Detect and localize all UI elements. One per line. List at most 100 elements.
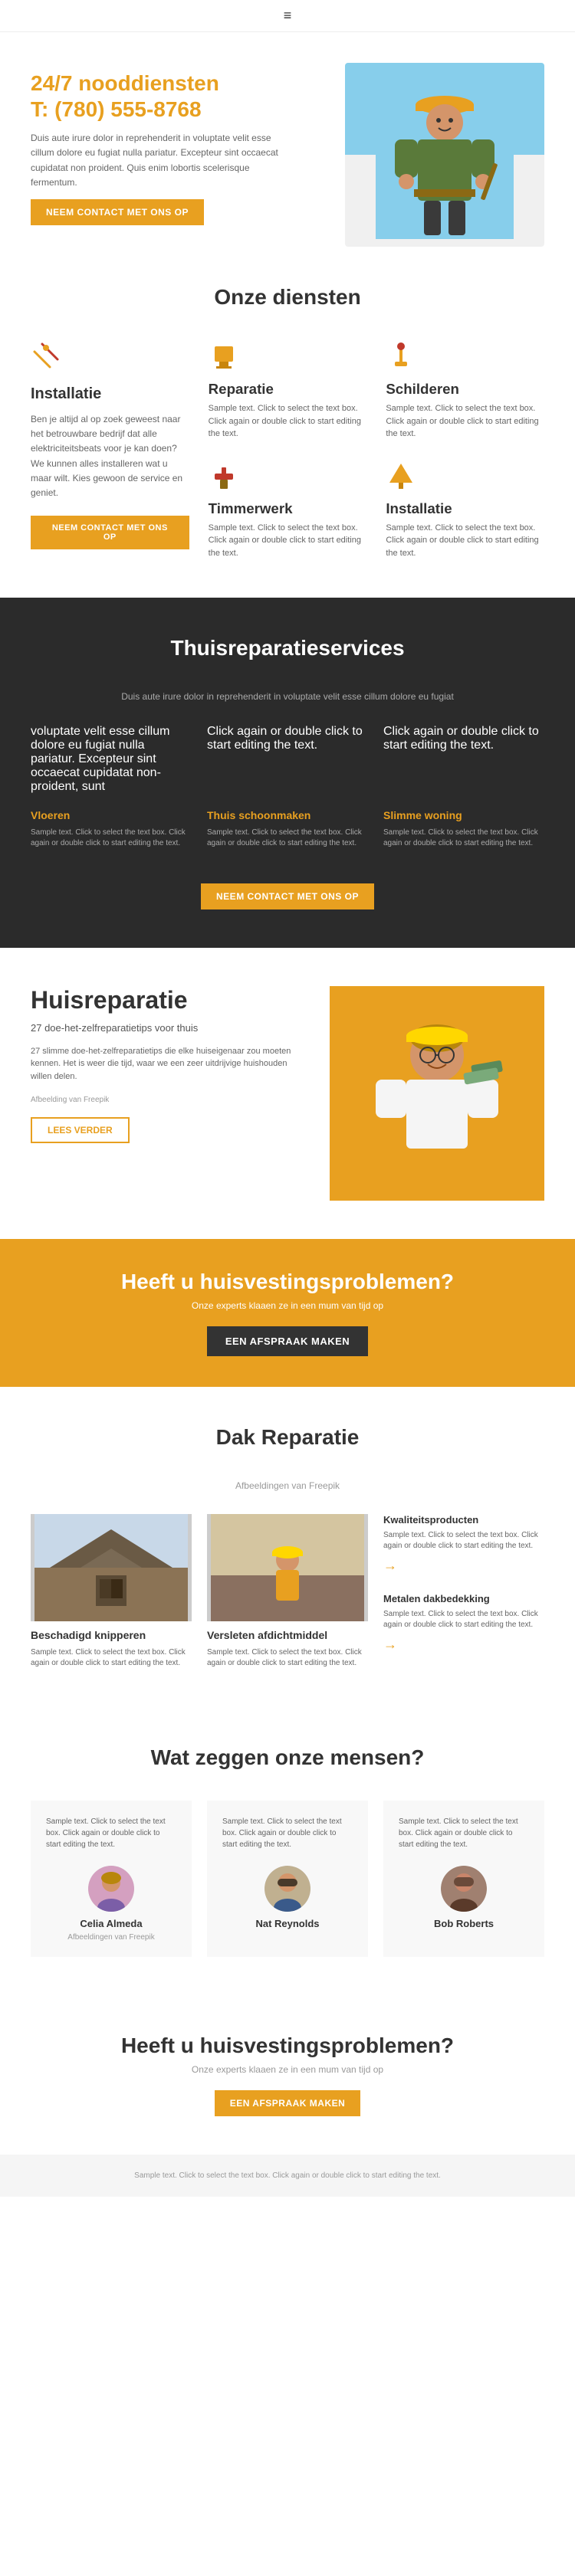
test-name-2: Nat Reynolds (222, 1918, 353, 1929)
huisrep-title: Huisreparatie (31, 986, 307, 1014)
dienst-installatie-desc: Ben je altijd al op zoek geweest naar he… (31, 412, 189, 500)
dak-metalen-desc: Sample text. Click to select the text bo… (383, 1609, 544, 1630)
thuis-cta-button[interactable]: NEEM CONTACT MET ONS OP (201, 883, 374, 909)
dak-kwaliteit-desc: Sample text. Click to select the text bo… (383, 1530, 544, 1552)
huisrep-content: Huisreparatie 27 doe-het-zelfreparatieti… (31, 986, 307, 1143)
dak-kwaliteit-title: Kwaliteitsproducten (383, 1514, 544, 1526)
footer-section: Sample text. Click to select the text bo… (0, 2155, 575, 2197)
test-avatar-2 (264, 1866, 310, 1912)
test-avatar-3 (441, 1866, 487, 1912)
dak-beschadigd-desc: Sample text. Click to select the text bo… (31, 1647, 192, 1669)
test-avatar-1 (88, 1866, 134, 1912)
dak-item-beschadigd: Beschadigd knipperen Sample text. Click … (31, 1514, 192, 1669)
thuis-item-vloeren: Vloeren Sample text. Click to select the… (31, 801, 192, 860)
thuis-title: Thuisreparatieservices (31, 636, 544, 660)
test-name-1: Celia Almeda (46, 1918, 176, 1929)
thuis-vloeren-title: Vloeren (31, 809, 192, 821)
cta-banner-subtitle: Onze experts klaaen ze in een mum van ti… (31, 1300, 544, 1311)
dienst-installatie2-title: Installatie (386, 500, 544, 517)
test-item-3: Sample text. Click to select the text bo… (383, 1801, 544, 1957)
dak-text-column: Kwaliteitsproducten Sample text. Click t… (383, 1514, 544, 1669)
dak-item-versleten: Versleten afdichtmiddel Sample text. Cli… (207, 1514, 368, 1669)
dak-subtitle: Afbeeldingen van Freepik (31, 1480, 544, 1491)
dienst-schilderen: Schilderen Sample text. Click to select … (386, 340, 544, 441)
dienst-timmerwerk: Timmerwerk Sample text. Click to select … (209, 460, 367, 560)
thuis-top-row: voluptate velit esse cillum dolore eu fu… (31, 725, 544, 794)
footer-text: Sample text. Click to select the text bo… (31, 2170, 544, 2181)
thuis-grid: Vloeren Sample text. Click to select the… (31, 801, 544, 860)
hero-section: 24/7 nooddiensten T: (780) 555-8768 Duis… (0, 32, 575, 247)
huisrep-subtitle: 27 doe-het-zelfreparatietips voor thuis (31, 1021, 307, 1036)
dienst-installatie2-desc: Sample text. Click to select the text bo… (386, 522, 544, 560)
huisrep-source: Afbeelding van Freepik (31, 1094, 307, 1106)
thuis-cta-container: NEEM CONTACT MET ONS OP (31, 883, 544, 909)
cta2-title: Heeft u huisvestingsproblemen? (31, 2034, 544, 2058)
test-item-1: Sample text. Click to select the text bo… (31, 1801, 192, 1957)
thuis-vloeren-desc: Sample text. Click to select the text bo… (31, 828, 192, 849)
testimonials-section: Wat zeggen onze mensen? Sample text. Cli… (0, 1707, 575, 1995)
dak-image-1 (31, 1514, 192, 1621)
dak-image-2 (207, 1514, 368, 1621)
hero-phone: T: (780) 555-8768 (31, 97, 202, 121)
dak-versleten-desc: Sample text. Click to select the text bo… (207, 1647, 368, 1669)
hero-description: Duis aute irure dolor in reprehenderit i… (31, 131, 291, 190)
thuis-top-text-3: Click again or double click to start edi… (383, 725, 544, 794)
female-worker-illustration (330, 986, 544, 1201)
dak-versleten-title: Versleten afdichtmiddel (207, 1629, 368, 1641)
dak-layout: Beschadigd knipperen Sample text. Click … (31, 1514, 544, 1669)
cta2-button[interactable]: EEN AFSPRAAK MAKEN (215, 2090, 361, 2116)
huisrep-description: 27 slimme doe-het-zelfreparatietips die … (31, 1045, 307, 1083)
huisrep-cta-button[interactable]: LEES VERDER (31, 1117, 130, 1143)
thuis-top-text-1: voluptate velit esse cillum dolore eu fu… (31, 725, 192, 794)
timmerwerk-icon (209, 460, 367, 494)
hamburger-menu-icon[interactable]: ≡ (284, 8, 292, 24)
thuis-item-slimme: Slimme woning Sample text. Click to sele… (383, 801, 544, 860)
dienst-schilderen-desc: Sample text. Click to select the text bo… (386, 402, 544, 441)
hero-title: 24/7 nooddiensten T: (780) 555-8768 (31, 70, 345, 122)
cta2-subtitle: Onze experts klaaen ze in een mum van ti… (31, 2064, 544, 2075)
dienst-timmerwerk-desc: Sample text. Click to select the text bo… (209, 522, 367, 560)
thuis-top-text-2: Click again or double click to start edi… (207, 725, 368, 794)
dak-kwaliteit-arrow: → (383, 1558, 544, 1574)
thuis-item-schoonmaken: Thuis schoonmaken Sample text. Click to … (207, 801, 368, 860)
cta-banner-title: Heeft u huisvestingsproblemen? (31, 1270, 544, 1294)
diensten-title: Onze diensten (31, 285, 544, 310)
installatie-icon (31, 340, 189, 378)
dak-beschadigd-title: Beschadigd knipperen (31, 1629, 192, 1641)
worker-illustration (376, 70, 514, 239)
dienst-reparatie-title: Reparatie (209, 381, 367, 398)
huisrep-section: Huisreparatie 27 doe-het-zelfreparatieti… (0, 948, 575, 1239)
testimonials-title: Wat zeggen onze mensen? (31, 1745, 544, 1770)
schilderen-icon (386, 340, 544, 375)
test-grid: Sample text. Click to select the text bo… (31, 1801, 544, 1957)
thuis-section: Thuisreparatieservices Duis aute irure d… (0, 598, 575, 948)
dak-kwaliteit: Kwaliteitsproducten Sample text. Click t… (383, 1514, 544, 1574)
hero-content: 24/7 nooddiensten T: (780) 555-8768 Duis… (31, 63, 345, 225)
test-text-3: Sample text. Click to select the text bo… (399, 1816, 529, 1850)
thuis-schoonmaken-desc: Sample text. Click to select the text bo… (207, 828, 368, 849)
dienst-timmerwerk-title: Timmerwerk (209, 500, 367, 517)
test-name-3: Bob Roberts (399, 1918, 529, 1929)
thuis-slimme-title: Slimme woning (383, 809, 544, 821)
dak-metalen-title: Metalen dakbedekking (383, 1593, 544, 1604)
dienst-reparatie: Reparatie Sample text. Click to select t… (209, 340, 367, 441)
thuis-subtitle: Duis aute irure dolor in reprehenderit i… (31, 691, 544, 702)
dak-metalen-arrow: → (383, 1637, 544, 1653)
header: ≡ (0, 0, 575, 32)
cta2-section: Heeft u huisvestingsproblemen? Onze expe… (0, 1995, 575, 2155)
dienst-reparatie-desc: Sample text. Click to select the text bo… (209, 402, 367, 441)
test-text-2: Sample text. Click to select the text bo… (222, 1816, 353, 1850)
test-item-2: Sample text. Click to select the text bo… (207, 1801, 368, 1957)
dienst-installatie-cta[interactable]: NEEM CONTACT MET ONS OP (31, 516, 189, 549)
dak-metalen: Metalen dakbedekking Sample text. Click … (383, 1593, 544, 1653)
cta-banner-button[interactable]: EEN AFSPRAAK MAKEN (207, 1326, 368, 1356)
cta-banner-section: Heeft u huisvestingsproblemen? Onze expe… (0, 1239, 575, 1387)
thuis-slimme-desc: Sample text. Click to select the text bo… (383, 828, 544, 849)
dienst-installatie-title: Installatie (31, 385, 189, 403)
diensten-section: Onze diensten Installatie Ben je altijd … (0, 247, 575, 598)
dienst-installatie2: Installatie Sample text. Click to select… (386, 460, 544, 560)
hero-cta-button[interactable]: NEEM CONTACT MET ONS OP (31, 199, 204, 225)
thuis-schoonmaken-title: Thuis schoonmaken (207, 809, 368, 821)
dienst-installatie: Installatie Ben je altijd al op zoek gew… (31, 340, 189, 559)
reparatie-icon (209, 340, 367, 375)
